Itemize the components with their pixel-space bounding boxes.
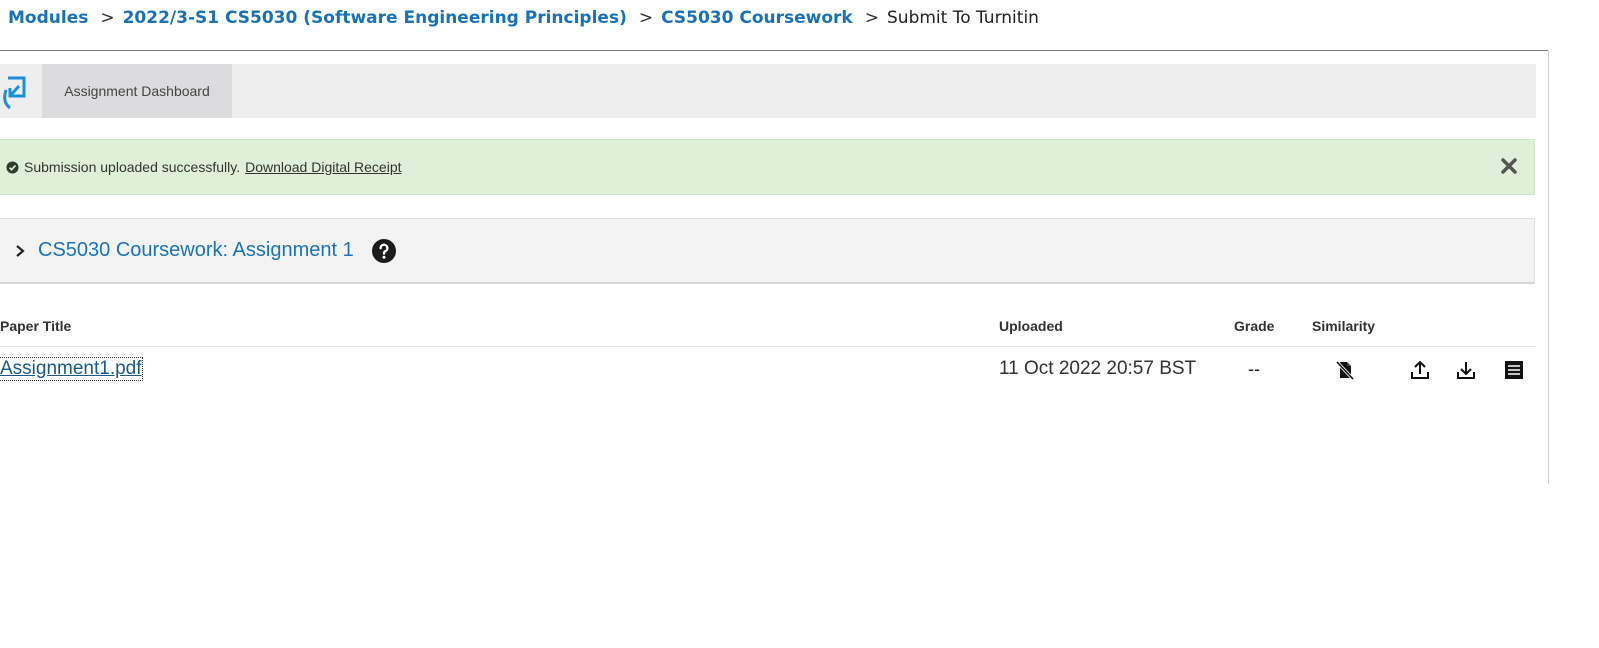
column-header-similarity[interactable]: Similarity bbox=[1312, 318, 1375, 334]
download-receipt-link[interactable]: Download Digital Receipt bbox=[245, 159, 401, 175]
content-border bbox=[1548, 51, 1549, 484]
breadcrumb-module-link[interactable]: 2022/3-S1 CS5030 (Software Engineering P… bbox=[123, 8, 627, 28]
breadcrumb-separator: > bbox=[864, 8, 879, 28]
breadcrumb-separator: > bbox=[638, 8, 654, 28]
receipt-list-icon[interactable] bbox=[1503, 359, 1525, 381]
tab-assignment-dashboard[interactable]: Assignment Dashboard bbox=[42, 64, 232, 118]
help-icon[interactable] bbox=[371, 238, 396, 263]
similarity-pending-icon[interactable] bbox=[1334, 359, 1356, 381]
breadcrumb-coursework-link[interactable]: CS5030 Coursework bbox=[661, 8, 853, 28]
turnitin-toolbar: Assignment Dashboard bbox=[0, 64, 1536, 118]
breadcrumb-separator: > bbox=[100, 8, 115, 28]
turnitin-logo-icon[interactable] bbox=[0, 74, 30, 110]
close-icon[interactable] bbox=[1500, 157, 1518, 175]
success-alert: Submission uploaded successfully. Downlo… bbox=[0, 139, 1535, 195]
table-row-divider bbox=[0, 346, 1536, 347]
grade-value: -- bbox=[1248, 359, 1260, 379]
breadcrumb: Modules > 2022/3-S1 CS5030 (Software Eng… bbox=[8, 6, 1039, 30]
uploaded-date: 11 Oct 2022 20:57 BST bbox=[999, 358, 1197, 379]
column-header-uploaded[interactable]: Uploaded bbox=[999, 318, 1063, 334]
column-header-grade[interactable]: Grade bbox=[1234, 318, 1274, 334]
chevron-right-icon[interactable] bbox=[14, 244, 26, 258]
header-divider bbox=[0, 50, 1548, 51]
check-circle-icon bbox=[6, 160, 19, 174]
assignment-title[interactable]: CS5030 Coursework: Assignment 1 bbox=[38, 239, 354, 262]
paper-title-link[interactable]: Assignment1.pdf bbox=[0, 357, 143, 381]
column-header-paper-title[interactable]: Paper Title bbox=[0, 318, 71, 334]
breadcrumb-current: Submit To Turnitin bbox=[887, 8, 1039, 28]
breadcrumb-modules-link[interactable]: Modules bbox=[8, 8, 88, 28]
download-icon[interactable] bbox=[1455, 359, 1477, 381]
upload-icon[interactable] bbox=[1409, 359, 1431, 381]
alert-message: Submission uploaded successfully. bbox=[24, 159, 241, 175]
assignment-header: CS5030 Coursework: Assignment 1 bbox=[0, 218, 1535, 284]
